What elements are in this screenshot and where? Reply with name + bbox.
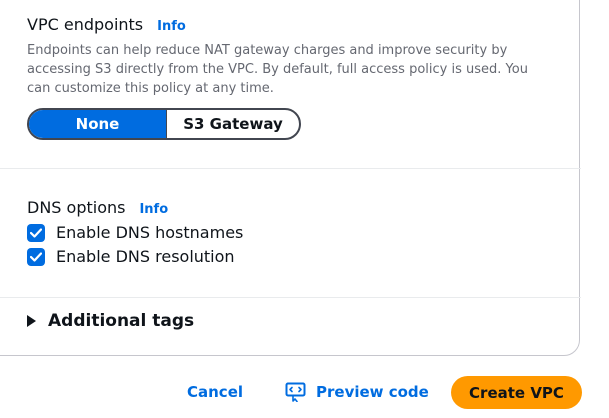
dns-hostnames-checkbox[interactable] — [27, 223, 45, 242]
additional-tags-label: Additional tags — [48, 311, 195, 331]
vpc-endpoints-info-link[interactable]: Info — [157, 19, 186, 34]
cancel-button[interactable]: Cancel — [187, 381, 243, 403]
preview-code-button[interactable]: Preview code — [285, 381, 429, 403]
caret-right-icon — [27, 315, 36, 327]
section-divider — [0, 168, 581, 169]
dns-options-header: DNS options Info — [27, 198, 168, 217]
vpc-endpoints-title: VPC endpoints — [27, 15, 144, 34]
vpc-endpoints-header: VPC endpoints Info — [27, 15, 186, 34]
segment-s3-gateway[interactable]: S3 Gateway — [166, 110, 299, 138]
create-vpc-button[interactable]: Create VPC — [451, 376, 582, 409]
preview-code-label: Preview code — [316, 383, 429, 401]
dns-options-title: DNS options — [27, 198, 126, 217]
vpc-endpoints-segmented-control: None S3 Gateway — [27, 108, 301, 140]
dns-options-info-link[interactable]: Info — [139, 202, 168, 217]
dns-resolution-option[interactable]: Enable DNS resolution — [27, 247, 235, 266]
dns-resolution-label: Enable DNS resolution — [56, 247, 235, 266]
section-divider — [0, 297, 581, 298]
checkmark-icon — [30, 227, 42, 238]
checkmark-icon — [30, 251, 42, 262]
create-vpc-form: VPC endpoints Info Endpoints can help re… — [0, 0, 609, 418]
dns-hostnames-label: Enable DNS hostnames — [56, 223, 244, 242]
segment-none[interactable]: None — [29, 110, 166, 138]
additional-tags-expander[interactable]: Additional tags — [27, 311, 194, 331]
preview-code-icon — [285, 382, 306, 402]
dns-hostnames-option[interactable]: Enable DNS hostnames — [27, 223, 243, 242]
dns-resolution-checkbox[interactable] — [27, 247, 45, 266]
vpc-endpoints-description: Endpoints can help reduce NAT gateway ch… — [27, 43, 528, 96]
